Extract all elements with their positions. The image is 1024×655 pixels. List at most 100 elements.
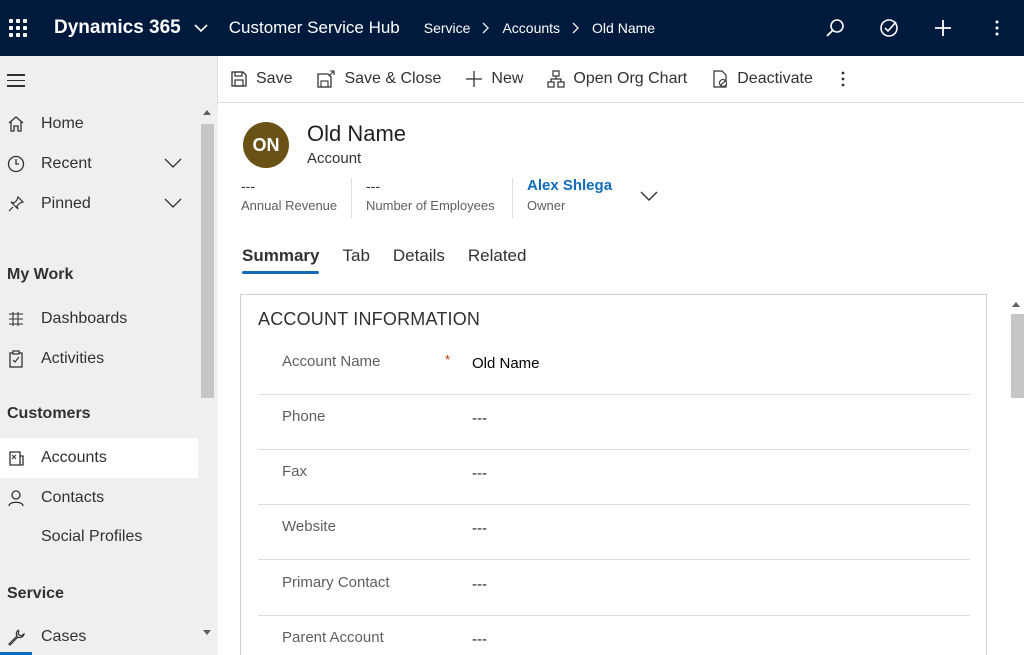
command-bar: Save Save & Close New Open Org Chart Dea… — [218, 56, 1024, 103]
sidebar-item-social-profiles[interactable]: Social Profiles — [0, 517, 198, 557]
breadcrumb-accounts[interactable]: Accounts — [502, 20, 560, 36]
field-value[interactable]: Old Name — [472, 355, 540, 372]
app-launcher-button[interactable] — [0, 0, 36, 56]
tab-summary[interactable]: Summary — [242, 246, 320, 274]
hamburger-menu-icon[interactable] — [7, 74, 25, 91]
tab-details[interactable]: Details — [393, 246, 445, 274]
open-org-chart-button[interactable]: Open Org Chart — [535, 56, 699, 103]
more-options-button[interactable] — [970, 0, 1024, 56]
field-label: Parent Account — [282, 629, 384, 646]
more-vertical-icon — [841, 71, 845, 87]
field-label: Website — [282, 518, 336, 535]
field-value[interactable]: --- — [472, 576, 487, 593]
form-scrollbar[interactable] — [1008, 294, 1024, 655]
accounts-icon — [0, 449, 32, 467]
scroll-up-arrow-icon[interactable] — [203, 110, 211, 115]
sidebar-item-pinned[interactable]: Pinned — [0, 184, 198, 224]
field-website[interactable]: Website --- — [258, 505, 970, 560]
sidebar-item-label: Pinned — [41, 195, 91, 212]
search-button[interactable] — [808, 0, 862, 56]
sidebar-item-cases[interactable]: Cases — [0, 617, 198, 655]
app-name[interactable]: Customer Service Hub — [229, 18, 400, 38]
field-fax[interactable]: Fax --- — [258, 450, 970, 505]
sidebar-item-label: Dashboards — [41, 310, 128, 327]
owner-link[interactable]: Alex Shlega — [527, 176, 612, 196]
chevron-down-icon[interactable] — [164, 197, 182, 209]
header-field-number-of-employees[interactable]: --- Number of Employees — [366, 176, 495, 213]
section-title: ACCOUNT INFORMATION — [258, 309, 481, 329]
field-label: Phone — [282, 408, 326, 425]
top-actions — [808, 0, 1024, 56]
field-value[interactable]: --- — [472, 520, 487, 537]
field-primary-contact[interactable]: Primary Contact --- — [258, 561, 970, 616]
section-header-my-work: My Work — [7, 266, 74, 283]
chevron-down-icon[interactable] — [193, 20, 209, 36]
chevron-right-icon — [572, 22, 580, 34]
chevron-down-icon[interactable] — [164, 157, 182, 169]
tab-tab[interactable]: Tab — [342, 246, 369, 274]
field-value[interactable]: --- — [472, 410, 487, 427]
home-icon — [0, 115, 32, 133]
more-commands-button[interactable] — [825, 56, 869, 103]
pin-icon — [0, 195, 32, 213]
field-value[interactable]: --- — [472, 465, 487, 482]
person-icon — [0, 489, 32, 507]
deactivate-icon — [713, 70, 728, 88]
quick-create-button[interactable] — [916, 0, 970, 56]
org-chart-icon — [547, 70, 566, 88]
sidebar-item-label: Social Profiles — [41, 528, 143, 545]
sidebar-item-home[interactable]: Home — [0, 104, 198, 144]
sitemap-sidebar: Home Recent Pinned My Work Dashboards Ac… — [0, 56, 218, 655]
form-tabs: Summary Tab Details Related — [242, 246, 549, 274]
header-field-value: --- — [366, 178, 380, 194]
deactivate-button[interactable]: Deactivate — [699, 56, 825, 103]
breadcrumb-service[interactable]: Service — [424, 20, 471, 36]
save-button[interactable]: Save — [218, 56, 304, 103]
field-value[interactable]: --- — [472, 631, 487, 648]
new-button[interactable]: New — [453, 56, 535, 103]
chevron-down-icon[interactable] — [640, 190, 658, 202]
account-information-section: ACCOUNT INFORMATION Account Name * Old N… — [240, 294, 987, 655]
assistant-button[interactable] — [862, 0, 916, 56]
field-account-name[interactable]: Account Name * Old Name — [258, 340, 970, 395]
sidebar-item-accounts[interactable]: Accounts — [0, 438, 198, 478]
brand-title[interactable]: Dynamics 365 — [54, 17, 181, 39]
sidebar-item-label: Contacts — [41, 489, 105, 506]
field-phone[interactable]: Phone --- — [258, 395, 970, 450]
header-field-owner[interactable]: Alex Shlega Owner — [527, 176, 612, 213]
scrollbar-thumb[interactable] — [201, 124, 214, 398]
sidebar-item-label: Cases — [41, 628, 87, 645]
sidebar-scrollbar[interactable] — [198, 106, 218, 655]
plus-icon — [935, 20, 951, 36]
section-header-service: Service — [7, 585, 64, 602]
scrollbar-thumb[interactable] — [1011, 314, 1024, 398]
activities-icon — [0, 350, 32, 368]
save-label: Save — [256, 70, 293, 87]
plus-icon — [466, 71, 483, 87]
save-and-close-button[interactable]: Save & Close — [304, 56, 453, 103]
breadcrumb: Service Accounts Old Name — [424, 20, 655, 36]
section-header-customers: Customers — [7, 405, 91, 422]
sidebar-item-dashboards[interactable]: Dashboards — [0, 299, 198, 339]
sidebar-item-recent[interactable]: Recent — [0, 144, 198, 184]
deactivate-label: Deactivate — [737, 70, 813, 87]
scroll-down-arrow-icon[interactable] — [203, 630, 211, 635]
save-close-icon — [317, 70, 336, 88]
target-check-icon — [880, 19, 898, 37]
new-label: New — [491, 70, 524, 87]
tab-related[interactable]: Related — [468, 246, 527, 274]
header-field-annual-revenue[interactable]: --- Annual Revenue — [241, 176, 337, 213]
sidebar-item-contacts[interactable]: Contacts — [0, 478, 198, 518]
scroll-up-arrow-icon[interactable] — [1012, 302, 1020, 307]
header-field-label: Annual Revenue — [241, 198, 338, 213]
sidebar-item-label: Activities — [41, 350, 105, 367]
top-navigation-bar: Dynamics 365 Customer Service Hub Servic… — [0, 0, 1024, 56]
header-field-label: Owner — [527, 198, 566, 213]
header-divider — [351, 178, 352, 218]
entity-name: Account — [307, 150, 362, 167]
page-title: Old Name — [307, 121, 407, 146]
dashboard-icon — [0, 310, 32, 328]
sidebar-item-activities[interactable]: Activities — [0, 339, 198, 379]
field-parent-account[interactable]: Parent Account --- — [258, 616, 970, 655]
sidebar-item-label: Recent — [41, 155, 92, 172]
